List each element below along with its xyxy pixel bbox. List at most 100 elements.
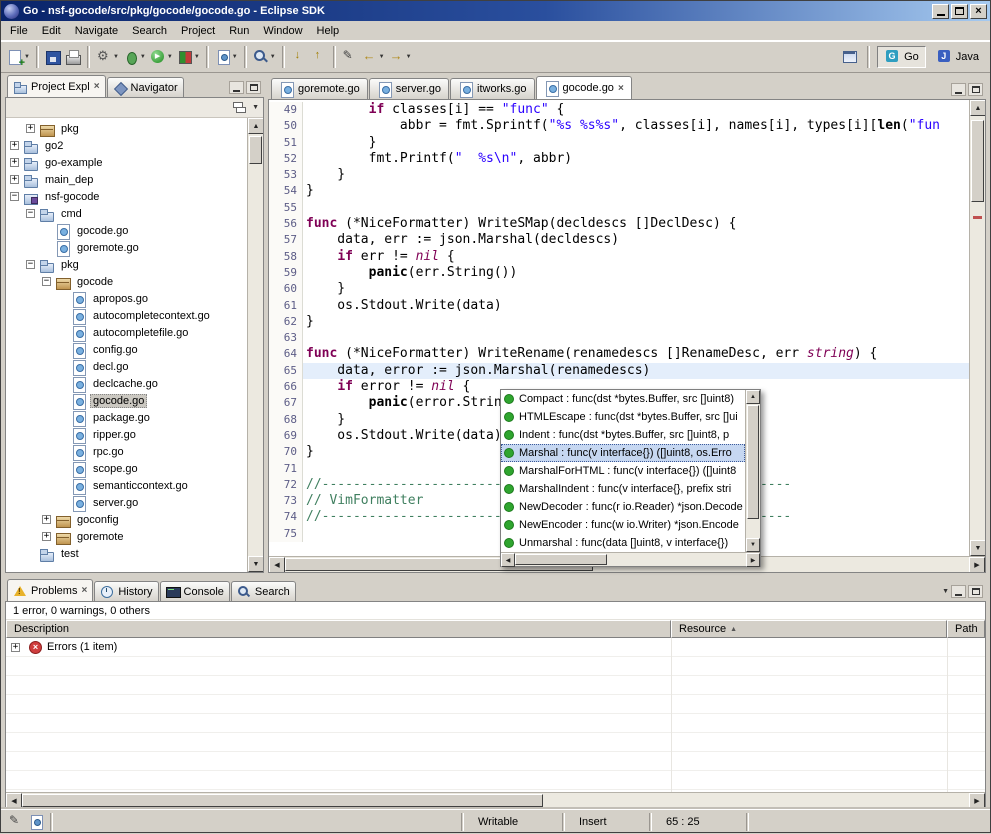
tab-search[interactable]: Search [231,581,296,601]
minimize-view-button[interactable] [229,81,244,94]
tree-expand-icon[interactable]: + [42,532,51,541]
tab-project-explorer[interactable]: Project Expl × [7,75,106,97]
forward-button[interactable]: ▼ [387,45,414,69]
table-row[interactable] [6,733,985,752]
menu-project[interactable]: Project [174,22,222,40]
code-text[interactable] [303,330,969,346]
code-text[interactable]: data, err := json.Marshal(decldescs) [303,232,969,248]
autocomplete-item[interactable]: Indent : func(dst *bytes.Buffer, src []u… [501,426,745,444]
menu-navigate[interactable]: Navigate [68,22,125,40]
tree-item-nsf-gocode[interactable]: −nsf-gocode [6,188,247,205]
print-button[interactable] [63,45,83,69]
tree-item-apropos.go[interactable]: apropos.go [6,290,247,307]
collapse-all-icon[interactable] [233,102,246,113]
table-row[interactable] [6,752,985,771]
tree-expand-icon[interactable]: + [10,141,19,150]
tree-item-pkg[interactable]: −pkg [6,256,247,273]
prev-annotation-button[interactable] [309,45,329,69]
tree-item-goremote[interactable]: +goremote [6,528,247,545]
tree-collapse-icon[interactable]: − [26,260,35,269]
scroll-track[interactable] [970,116,985,540]
maximize-view-button[interactable] [968,83,983,96]
tree-expand-icon[interactable]: + [10,158,19,167]
autocomplete-item[interactable]: NewDecoder : func(r io.Reader) *json.Dec… [501,498,745,516]
code-text[interactable]: fmt.Printf(" %s\n", abbr) [303,151,969,167]
save-button[interactable] [43,45,63,69]
code-text[interactable]: } [303,183,969,199]
scroll-left-icon[interactable]: ◀ [501,553,515,567]
tree-item-go2[interactable]: +go2 [6,137,247,154]
tree-item-autocompletecontext.go[interactable]: autocompletecontext.go [6,307,247,324]
popup-hscrollbar[interactable]: ◀ ▶ [501,552,760,566]
tree-expand-icon[interactable]: + [42,515,51,524]
tree-item-goremote.go[interactable]: goremote.go [6,239,247,256]
tree-item-main_dep[interactable]: +main_dep [6,171,247,188]
maximize-view-button[interactable] [968,585,983,598]
scroll-up-icon[interactable]: ▲ [746,390,760,404]
tree-collapse-icon[interactable]: − [10,192,19,201]
menu-file[interactable]: File [3,22,35,40]
minimize-window-button[interactable] [932,4,949,19]
code-text[interactable]: func (*NiceFormatter) WriteRename(rename… [303,346,969,362]
tree-expand-icon[interactable]: + [10,175,19,184]
scroll-track[interactable] [248,134,263,556]
autocomplete-item[interactable]: MarshalForHTML : func(v interface{}) ([]… [501,462,745,480]
new-class-button[interactable]: ▼ [213,45,240,69]
back-button[interactable]: ▼ [360,45,387,69]
menu-help[interactable]: Help [310,22,347,40]
scroll-down-icon[interactable]: ▼ [970,540,985,556]
autocomplete-item[interactable]: Marshal : func(v interface{}) ([]uint8, … [501,444,745,462]
open-perspective-button[interactable] [840,45,860,69]
project-tree[interactable]: +pkg+go2+go-example+main_dep−nsf-gocode−… [6,118,247,572]
menu-search[interactable]: Search [125,22,174,40]
tree-item-decl.go[interactable]: decl.go [6,358,247,375]
tree-item-go-example[interactable]: +go-example [6,154,247,171]
editor-tab-gocode.go[interactable]: gocode.go× [536,76,632,99]
view-menu-icon[interactable]: ▼ [942,588,949,595]
editor-tab-server.go[interactable]: server.go [369,78,449,99]
menu-edit[interactable]: Edit [35,22,68,40]
minimize-view-button[interactable] [951,585,966,598]
tree-item-gocode.go[interactable]: gocode.go [6,392,247,409]
code-text[interactable]: } [303,167,969,183]
scroll-thumb[interactable] [747,405,759,519]
popup-vscrollbar[interactable]: ▲ ▼ [745,390,760,552]
code-text[interactable]: } [303,314,969,330]
scroll-left-icon[interactable]: ◀ [269,557,285,573]
tree-item-package.go[interactable]: package.go [6,409,247,426]
tree-item-pkg[interactable]: +pkg [6,120,247,137]
tree-expand-icon[interactable]: + [26,124,35,133]
scroll-right-icon[interactable]: ▶ [969,793,985,809]
scroll-up-icon[interactable]: ▲ [970,100,985,116]
tree-item-semanticcontext.go[interactable]: semanticcontext.go [6,477,247,494]
tree-item-scope.go[interactable]: scope.go [6,460,247,477]
tab-problems[interactable]: Problems× [7,579,93,601]
minimize-view-button[interactable] [951,83,966,96]
tree-item-goconfig[interactable]: +goconfig [6,511,247,528]
menu-run[interactable]: Run [222,22,256,40]
tree-item-server.go[interactable]: server.go [6,494,247,511]
autocomplete-item[interactable]: Compact : func(dst *bytes.Buffer, src []… [501,390,745,408]
run-button[interactable]: ▼ [148,45,175,69]
coverage-button[interactable]: ▼ [175,45,202,69]
fast-view-icon[interactable] [6,813,26,831]
autocomplete-item[interactable]: HTMLEscape : func(dst *bytes.Buffer, src… [501,408,745,426]
code-text[interactable]: if classes[i] == "func" { [303,102,969,118]
heap-status-icon[interactable] [26,813,46,831]
debug-button[interactable]: ▼ [121,45,148,69]
tree-item-rpc.go[interactable]: rpc.go [6,443,247,460]
menu-window[interactable]: Window [256,22,309,40]
column-description[interactable]: Description [6,620,671,638]
editor-tab-itworks.go[interactable]: itworks.go [450,78,535,99]
code-text[interactable]: abbr = fmt.Sprintf("%s %s%s", classes[i]… [303,118,969,134]
problems-row-errors[interactable]: + × Errors (1 item) [6,638,985,657]
tab-history[interactable]: History [94,581,158,601]
scroll-right-icon[interactable]: ▶ [746,553,760,567]
view-menu-icon[interactable]: ▼ [252,104,259,111]
table-row[interactable] [6,676,985,695]
scroll-down-icon[interactable]: ▼ [746,538,760,552]
autocomplete-item[interactable]: NewEncoder : func(w io.Writer) *json.Enc… [501,516,745,534]
column-resource[interactable]: Resource▲ [671,620,947,638]
scroll-right-icon[interactable]: ▶ [969,557,985,573]
scroll-thumb[interactable] [249,136,262,164]
